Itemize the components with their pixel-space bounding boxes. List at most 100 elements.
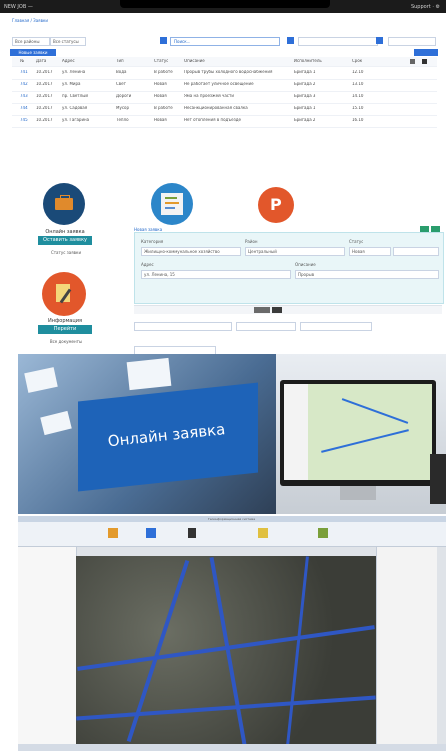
edit-document-icon [42,272,86,316]
search-input[interactable]: Поиск... [170,37,280,46]
cell-type: Дороги [116,94,132,98]
cell-deadline: 14.10 [352,94,364,98]
col-header-status[interactable]: Статус [154,59,168,63]
table-row[interactable]: 742 10.2017 ул. Мира Свет Новая Не работает у… [12,80,437,92]
new-requests-tag[interactable]: Новые заявки [10,49,56,56]
filter-field-b[interactable] [236,322,296,331]
extra-filter-input[interactable] [388,37,436,46]
cell-type: Вода [116,70,127,74]
page-current-button[interactable] [272,307,282,313]
category-select[interactable]: Жилищно-коммунальное хозяйство [141,247,241,256]
parking-icon: P [258,187,294,223]
card-online-title: Онлайн заявка [45,229,85,235]
table-row[interactable]: 744 10.2017 ул. Садовая Мусор В работе Несанк… [12,104,437,116]
pager-toolbar [134,305,442,314]
cell-assignee: Бригада 2 [294,118,316,122]
top-bar-right-text[interactable]: Support · ⚙ [411,4,440,10]
status-filter[interactable]: Все статусы [50,37,86,46]
cell-description: Несанкционированная свалка [184,106,248,110]
search-icon[interactable] [287,37,294,44]
cell-assignee: Бригада 2 [294,82,316,86]
tablet [430,454,446,504]
cell-description: Яма на проезжей части [184,94,234,98]
filter-field-c[interactable] [300,322,372,331]
address-value: ул. Ленина, 15 [144,272,175,277]
ribbon-tool-icon[interactable] [318,528,328,538]
cell-assignee: Бригада 1 [294,106,316,110]
ribbon-tool-icon[interactable] [146,528,156,538]
cell-assignee: Бригада 3 [294,94,316,98]
cell-description: Нет отопления в подъезде [184,118,241,122]
description-input[interactable]: Прорыв [295,270,439,279]
documents-icon [151,183,193,225]
col-header-assignee[interactable]: Исполнитель [294,59,322,63]
envelope-icon [126,357,172,391]
district-select[interactable]: Центральный [245,247,345,256]
calendar-icon[interactable] [376,37,383,44]
col-header-deadline[interactable]: Срок [352,59,362,63]
table-row[interactable]: 745 10.2017 ул. Гагарина Тепло Новая Нет отоп… [12,116,437,128]
district-filter[interactable]: Все районы [12,37,50,46]
col-header-date[interactable]: Дата [36,59,46,63]
go-to-info-button[interactable]: Перейти [38,325,92,334]
top-bar-overlay [120,0,330,8]
cell-deadline: 15.10 [352,106,364,110]
submit-request-button[interactable]: Оставить заявку [38,236,92,245]
online-request-photo: Онлайн заявка [18,354,446,514]
pointer-tool-icon[interactable] [188,528,196,538]
cell-deadline: 12.10 [352,70,364,74]
cell-address: ул. Гагарина [62,118,90,122]
monitor-stand [340,486,376,500]
cell-address: ул. Ленина [62,70,86,74]
request-status-link[interactable]: Статус заявки [44,250,88,255]
status-filter-value: Все статусы [53,39,79,44]
settings-icon[interactable] [410,59,415,64]
cell-deadline: 16.10 [352,118,364,122]
top-bar-left-text: NEW JOB — [4,4,33,10]
table-row[interactable]: 741 10.2017 ул. Ленина Вода В работе Прорыв т… [12,68,437,80]
category-value: Жилищно-коммунальное хозяйство [144,249,220,254]
ribbon-tool-icon[interactable] [258,528,268,538]
address-input[interactable]: ул. Ленина, 15 [141,270,291,279]
status-select[interactable]: Новая [349,247,391,256]
cell-type: Мусор [116,106,130,110]
satellite-map[interactable] [76,556,376,746]
cell-description: Не работает уличное освещение [184,82,254,86]
date-input[interactable] [298,37,378,46]
form-label-category: Категория [141,239,164,244]
page-prev-button[interactable] [254,307,270,313]
cell-address: ул. Мира [62,82,81,86]
properties-panel [376,547,437,751]
gis-ribbon [18,522,446,547]
cell-description: Прорыв трубы холодного водоснабжения [184,70,273,74]
card-info-title: Информация [47,318,82,324]
all-documents-link[interactable]: Все документы [36,339,96,344]
breadcrumb[interactable]: Главная / Заявки [12,18,132,23]
parking-label: P [270,195,282,214]
col-header-description[interactable]: Описание [184,59,205,63]
description-value: Прорыв [298,272,315,277]
cell-assignee: Бригада 1 [294,70,316,74]
cell-address: ул. Садовая [62,106,88,110]
form-label-district: Район [245,239,258,244]
filter-apply-icon[interactable] [160,37,167,44]
form-label-address: Адрес [141,262,154,267]
priority-select[interactable] [393,247,439,256]
search-placeholder: Поиск... [174,39,191,44]
layers-panel [18,547,77,751]
col-header-address[interactable]: Адрес [62,59,75,63]
status-bar [18,744,446,751]
gis-application-screenshot: Геоинформационная система [18,516,446,751]
ribbon-tool-icon[interactable] [108,528,118,538]
filter-field-a[interactable] [134,322,232,331]
col-header-type[interactable]: Тип [116,59,124,63]
cell-type: Свет [116,82,126,86]
request-form-panel: Категория Район Статус Жилищно-коммуналь… [134,232,444,304]
table-header: № Дата Адрес Тип Статус Описание Исполни… [12,57,437,67]
form-label-status: Статус [349,239,364,244]
export-button[interactable] [414,49,438,56]
print-icon[interactable] [422,59,427,64]
table-row[interactable]: 743 10.2017 пр. Светлый Дороги Новая Яма на п… [12,92,437,104]
col-header-number[interactable]: № [20,59,24,63]
cell-type: Тепло [116,118,129,122]
